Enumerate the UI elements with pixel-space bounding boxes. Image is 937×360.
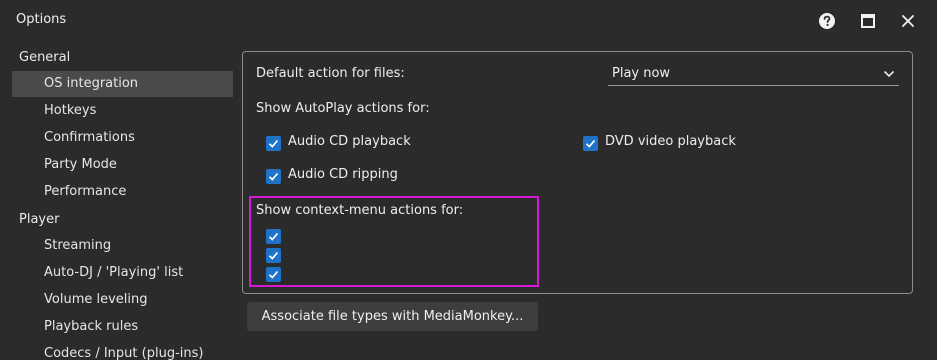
checkmark-icon — [585, 139, 596, 148]
sidebar-item-playback-rules[interactable]: Playback rules — [12, 314, 233, 340]
window-title: Options — [16, 12, 67, 27]
default-action-dropdown[interactable]: Play now — [608, 63, 899, 86]
sidebar-item-party-mode[interactable]: Party Mode — [12, 152, 233, 178]
audio-cd-playback-checkbox[interactable] — [266, 136, 281, 151]
checkmark-icon — [268, 251, 279, 260]
context-menu-checkbox-2[interactable] — [266, 248, 281, 263]
sidebar-item-auto-dj[interactable]: Auto-DJ / 'Playing' list — [12, 260, 233, 286]
audio-cd-ripping-checkbox[interactable] — [266, 169, 281, 184]
close-icon[interactable] — [895, 8, 921, 34]
checkmark-icon — [268, 232, 279, 241]
nav-group-general[interactable]: General — [19, 48, 70, 68]
dvd-video-playback-checkbox[interactable] — [583, 136, 598, 151]
associate-file-types-button[interactable]: Associate file types with MediaMonkey... — [247, 302, 538, 331]
sidebar-item-codecs-input[interactable]: Codecs / Input (plug-ins) — [12, 341, 233, 360]
audio-cd-playback-label[interactable]: Audio CD playback — [288, 134, 411, 149]
default-action-label: Default action for files: — [256, 66, 405, 81]
context-menu-label: Show context-menu actions for: — [256, 203, 464, 218]
sidebar-item-streaming[interactable]: Streaming — [12, 233, 233, 259]
dvd-video-playback-label[interactable]: DVD video playback — [605, 134, 736, 149]
nav-group-player[interactable]: Player — [19, 210, 59, 230]
chevron-down-icon — [883, 68, 895, 83]
checkmark-icon — [268, 270, 279, 279]
audio-cd-ripping-label[interactable]: Audio CD ripping — [288, 167, 398, 182]
default-action-value: Play now — [612, 66, 671, 81]
help-icon[interactable] — [814, 8, 840, 34]
sidebar-item-hotkeys[interactable]: Hotkeys — [12, 98, 233, 124]
context-menu-checkbox-1[interactable] — [266, 229, 281, 244]
sidebar-item-confirmations[interactable]: Confirmations — [12, 125, 233, 151]
checkmark-icon — [268, 172, 279, 181]
sidebar-item-performance[interactable]: Performance — [12, 179, 233, 205]
context-menu-checkbox-3[interactable] — [266, 267, 281, 282]
autoplay-label: Show AutoPlay actions for: — [256, 101, 430, 116]
checkmark-icon — [268, 139, 279, 148]
title-bar: Options — [0, 0, 937, 40]
maximize-icon[interactable] — [855, 8, 881, 34]
sidebar-item-volume-leveling[interactable]: Volume leveling — [12, 287, 233, 313]
sidebar-item-os-integration[interactable]: OS integration — [12, 71, 233, 97]
